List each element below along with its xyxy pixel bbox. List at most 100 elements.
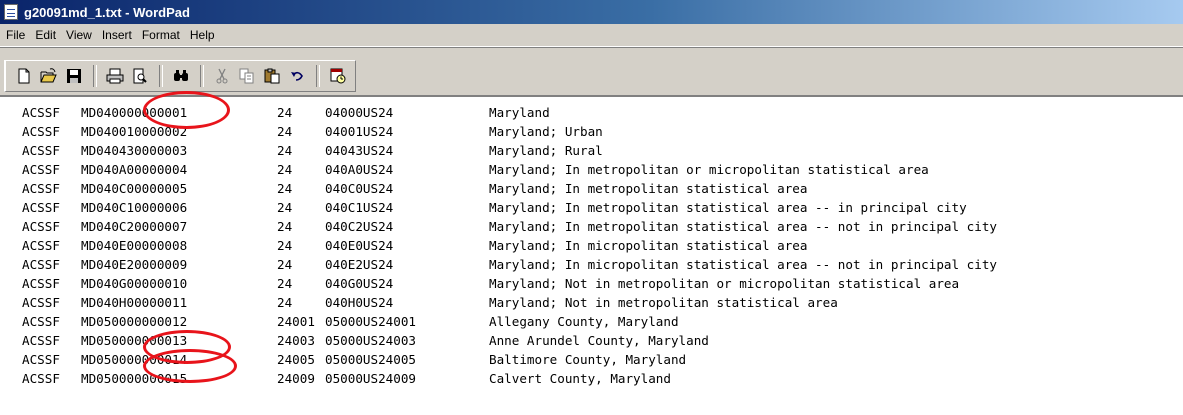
new-button[interactable]: [12, 64, 36, 88]
print-button[interactable]: [103, 64, 127, 88]
copy-button[interactable]: [235, 64, 259, 88]
record-type-cell: ACSSF: [22, 257, 60, 272]
record-type-cell: ACSSF: [22, 295, 60, 310]
geo-id-cell: 05000US24009: [325, 371, 416, 386]
geo-name-cell: Maryland; Not in metropolitan statistica…: [489, 295, 838, 310]
menu-insert[interactable]: Insert: [97, 28, 137, 42]
geo-name-cell: Maryland; In metropolitan statistical ar…: [489, 181, 808, 196]
open-button[interactable]: [37, 64, 61, 88]
find-button[interactable]: [169, 64, 193, 88]
logical-record-id-cell: MD040010000002: [81, 124, 188, 139]
new-icon: [18, 68, 30, 84]
text-line: ACSSF MD040000000001 24 04000US24 Maryland: [0, 103, 1183, 122]
toolbar-separator: [93, 65, 97, 87]
geo-id-cell: 05000US24003: [325, 333, 416, 348]
text-line: ACSSF MD040E00000008 24 040E0US24 Maryland; …: [0, 236, 1183, 255]
open-icon: [40, 68, 57, 83]
record-type-cell: ACSSF: [22, 314, 60, 329]
save-icon: [67, 69, 81, 83]
menu-file[interactable]: File: [0, 28, 30, 42]
state-code-cell: 24: [277, 238, 293, 253]
record-type-cell: ACSSF: [22, 238, 60, 253]
print-preview-button[interactable]: [128, 64, 152, 88]
record-type-cell: ACSSF: [22, 333, 60, 348]
toolbar-separator: [200, 65, 204, 87]
text-line: ACSSF MD050000000014 24005 05000US24005 Balt…: [0, 350, 1183, 369]
cut-button[interactable]: [210, 64, 234, 88]
print-preview-icon: [133, 68, 147, 84]
menu-format[interactable]: Format: [137, 28, 185, 42]
logical-record-id-cell: MD040H00000011: [81, 295, 188, 310]
text-line: ACSSF MD050000000013 24003 05000US24003 Anne…: [0, 331, 1183, 350]
menu-view[interactable]: View: [61, 28, 97, 42]
geo-id-cell: 040C0US24: [325, 181, 394, 196]
logical-record-id-cell: MD040000000001: [81, 105, 188, 120]
geo-name-cell: Maryland; In micropolitan statistical ar…: [489, 238, 808, 253]
window-title: g20091md_1.txt - WordPad: [24, 4, 190, 20]
record-type-cell: ACSSF: [22, 371, 60, 386]
toolbar-area: [0, 47, 1183, 96]
undo-button[interactable]: [285, 64, 309, 88]
toolbar-separator: [159, 65, 163, 87]
text-line: ACSSF MD040C10000006 24 040C1US24 Maryland; …: [0, 198, 1183, 217]
text-line: ACSSF MD040A00000004 24 040A0US24 Maryland; …: [0, 160, 1183, 179]
text-line: ACSSF MD050000000015 24009 05000US24009 Calv…: [0, 369, 1183, 388]
wordpad-window: g20091md_1.txt - WordPad File Edit View …: [0, 0, 1183, 415]
document-text-area[interactable]: ACSSF MD040000000001 24 04000US24 Maryland AC…: [0, 95, 1183, 415]
undo-icon: [291, 71, 303, 81]
geo-name-cell: Maryland: [489, 105, 550, 120]
state-code-cell: 24001: [277, 314, 315, 329]
geo-name-cell: Anne Arundel County, Maryland: [489, 333, 709, 348]
record-type-cell: ACSSF: [22, 276, 60, 291]
geo-name-cell: Maryland; Rural: [489, 143, 603, 158]
record-type-cell: ACSSF: [22, 143, 60, 158]
title-bar[interactable]: g20091md_1.txt - WordPad: [0, 0, 1183, 24]
record-type-cell: ACSSF: [22, 219, 60, 234]
standard-toolbar: [4, 60, 356, 92]
wordpad-app-icon[interactable]: [4, 4, 18, 20]
toolbar-separator: [316, 65, 320, 87]
logical-record-id-cell: MD040E00000008: [81, 238, 188, 253]
state-code-cell: 24: [277, 276, 293, 291]
logical-record-id-cell: MD050000000012: [81, 314, 188, 329]
record-type-cell: ACSSF: [22, 162, 60, 177]
geo-id-cell: 04043US24: [325, 143, 394, 158]
geo-name-cell: Maryland; Urban: [489, 124, 603, 139]
menu-edit[interactable]: Edit: [30, 28, 61, 42]
logical-record-id-cell: MD040E20000009: [81, 257, 188, 272]
geo-id-cell: 040H0US24: [325, 295, 394, 310]
logical-record-id-cell: MD040C20000007: [81, 219, 188, 234]
state-code-cell: 24: [277, 181, 293, 196]
state-code-cell: 24: [277, 162, 293, 177]
find-icon: [174, 70, 188, 81]
paste-icon: [264, 68, 280, 84]
geo-id-cell: 040A0US24: [325, 162, 394, 177]
print-icon: [106, 68, 124, 84]
text-line: ACSSF MD040C20000007 24 040C2US24 Maryland; …: [0, 217, 1183, 236]
menu-help[interactable]: Help: [185, 28, 220, 42]
state-code-cell: 24: [277, 124, 293, 139]
geo-id-cell: 040G0US24: [325, 276, 394, 291]
geo-id-cell: 040E0US24: [325, 238, 394, 253]
copy-icon: [239, 68, 254, 84]
record-type-cell: ACSSF: [22, 105, 60, 120]
record-type-cell: ACSSF: [22, 124, 60, 139]
text-line: ACSSF MD050000000012 24001 05000US24001 Alle…: [0, 312, 1183, 331]
geo-id-cell: 040C2US24: [325, 219, 394, 234]
text-line: ACSSF MD040H00000011 24 040H0US24 Maryland; …: [0, 293, 1183, 312]
text-line: ACSSF MD040E20000009 24 040E2US24 Maryland; …: [0, 255, 1183, 274]
text-line: ACSSF MD040430000003 24 04043US24 Maryland; …: [0, 141, 1183, 160]
cut-icon: [216, 68, 228, 84]
save-button[interactable]: [62, 64, 86, 88]
state-code-cell: 24009: [277, 371, 315, 386]
state-code-cell: 24: [277, 200, 293, 215]
geo-name-cell: Maryland; Not in metropolitan or micropo…: [489, 276, 960, 291]
geo-id-cell: 05000US24005: [325, 352, 416, 367]
state-code-cell: 24: [277, 105, 293, 120]
state-code-cell: 24: [277, 295, 293, 310]
paste-button[interactable]: [260, 64, 284, 88]
state-code-cell: 24003: [277, 333, 315, 348]
state-code-cell: 24: [277, 257, 293, 272]
record-type-cell: ACSSF: [22, 352, 60, 367]
date-time-button[interactable]: [326, 64, 350, 88]
